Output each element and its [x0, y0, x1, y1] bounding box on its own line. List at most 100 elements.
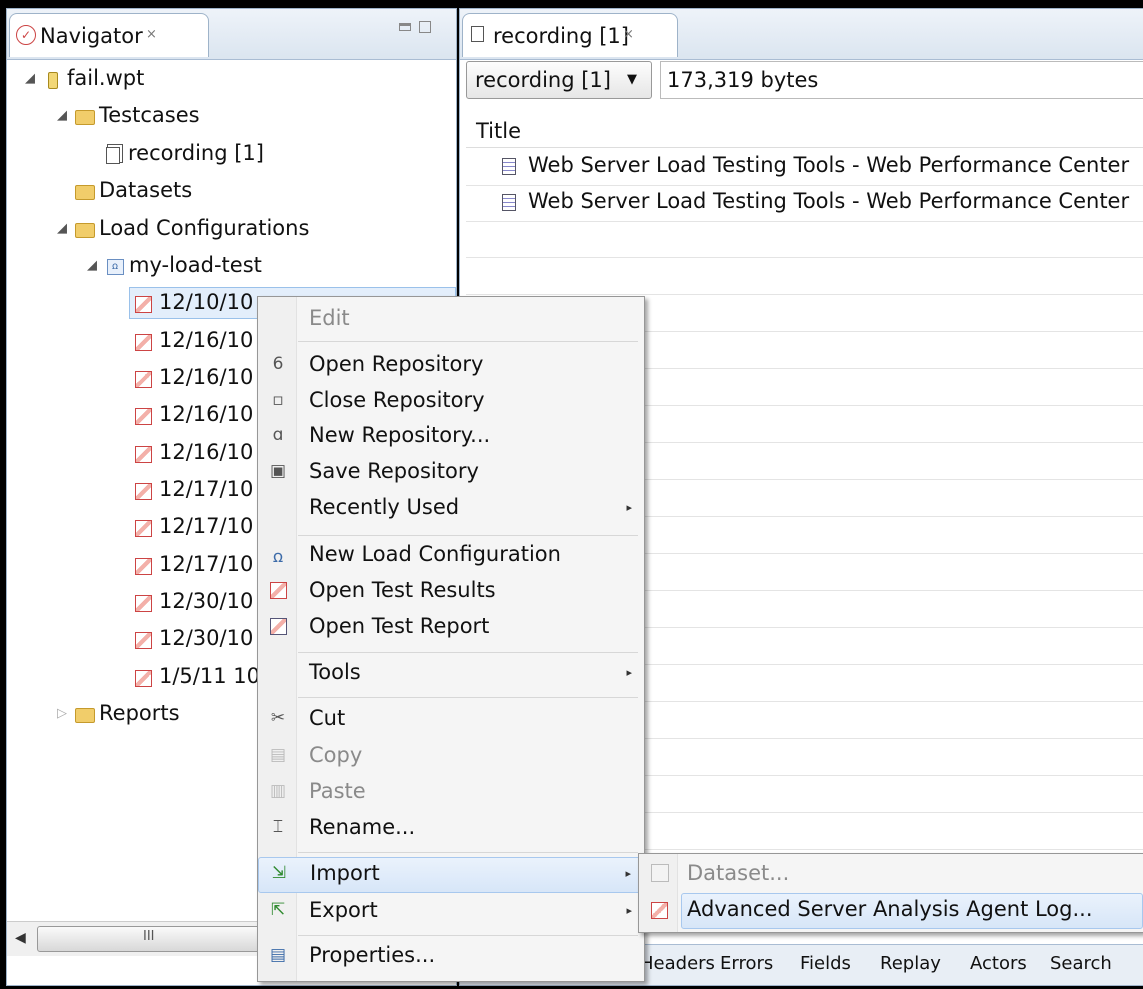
tree-item-datasets[interactable]: Datasets [7, 175, 456, 211]
rename-icon: ⌶ [272, 817, 284, 837]
menu-item-save-repository[interactable]: ▣ Save Repository [258, 456, 644, 492]
tab-recording[interactable]: recording [1] × [462, 13, 678, 57]
tree-item-label: 12/30/10 [159, 589, 254, 613]
result-icon [133, 553, 153, 577]
menu-item-label: Import [310, 861, 380, 885]
submenu-item-label: Advanced Server Analysis Agent Log... [687, 897, 1093, 921]
tree-item-fail-wpt[interactable]: ◢ fail.wpt [7, 63, 456, 99]
scroll-left-icon[interactable]: ◀ [15, 930, 26, 946]
expanded-arrow-icon[interactable]: ◢ [57, 221, 67, 236]
minimize-icon[interactable] [399, 23, 411, 31]
expanded-arrow-icon[interactable]: ◢ [25, 71, 35, 86]
close-icon[interactable]: × [146, 27, 157, 42]
menu-item-import[interactable]: ⇲ Import ▸ [258, 857, 644, 893]
menu-item-recently-used[interactable]: Recently Used ▸ [258, 492, 644, 528]
menu-item-label: Open Test Report [309, 614, 490, 638]
tab-fields[interactable]: Fields [800, 953, 851, 974]
tab-headers[interactable]: Headers [640, 953, 715, 974]
tab-search[interactable]: Search [1050, 953, 1112, 974]
menu-item-close-repository[interactable]: ▫ Close Repository [258, 385, 644, 421]
menu-item-open-test-results[interactable]: Open Test Results [258, 575, 644, 611]
table-row [466, 259, 1143, 295]
tree-item-label: Datasets [99, 178, 193, 202]
result-icon [133, 291, 153, 315]
menu-item-open-repository[interactable]: 6 Open Repository [258, 349, 644, 385]
tree-item-load-configurations[interactable]: ◢ Load Configurations [7, 213, 456, 249]
table-row [466, 222, 1143, 258]
tree-item-label: recording [1] [128, 141, 264, 165]
expanded-arrow-icon[interactable]: ◢ [57, 108, 67, 123]
menu-item-label: Save Repository [309, 459, 479, 483]
tree-item-label: 12/30/10 [159, 626, 254, 650]
new-repository-icon: ɑ [272, 425, 284, 445]
import-icon: ⇲ [271, 863, 287, 883]
chevron-down-icon: ▼ [627, 72, 637, 87]
menu-item-copy[interactable]: ▤ Copy [258, 740, 644, 776]
tree-item-recording[interactable]: recording [1] [7, 138, 456, 174]
tree-item-testcases[interactable]: ◢ Testcases [7, 100, 456, 136]
title-column-header[interactable]: Title [466, 117, 1143, 148]
import-submenu: Dataset... Advanced Server Analysis Agen… [638, 853, 1143, 933]
menu-item-new-load-configuration[interactable]: ꭥ New Load Configuration [258, 539, 644, 575]
tree-item-label: 12/17/10 [159, 477, 254, 501]
tree-item-label: 12/16/10 [159, 365, 254, 389]
menu-item-properties[interactable]: ▤ Properties... [258, 940, 644, 976]
scrollbar-thumb[interactable]: III [37, 926, 269, 952]
close-repository-icon: ▫ [272, 390, 284, 410]
result-icon [133, 515, 153, 539]
navigator-icon: ✓ [16, 25, 36, 45]
tab-actors[interactable]: Actors [970, 953, 1027, 974]
close-icon[interactable]: × [623, 27, 634, 42]
expanded-arrow-icon[interactable]: ◢ [87, 258, 97, 273]
menu-item-label: Open Test Results [309, 578, 496, 602]
table-row[interactable]: Web Server Load Testing Tools - Web Perf… [466, 186, 1143, 222]
submenu-item-advanced-server-analysis-agent-log[interactable]: Advanced Server Analysis Agent Log... [639, 894, 1142, 930]
collapsed-arrow-icon[interactable]: ▷ [57, 706, 67, 721]
bytes-field: 173,319 bytes [660, 61, 1143, 99]
menu-item-open-test-report[interactable]: Open Test Report [258, 611, 644, 647]
result-icon [133, 366, 153, 390]
menu-item-label: New Repository... [309, 423, 491, 447]
menu-item-cut[interactable]: ✂ Cut [258, 703, 644, 739]
testcase-icon [103, 142, 123, 166]
dataset-icon [651, 864, 669, 882]
row-title: Web Server Load Testing Tools - Web Perf… [528, 189, 1130, 213]
editor-tab-bar: recording [1] × [460, 9, 1143, 60]
submenu-item-label: Dataset... [687, 861, 790, 885]
menu-item-paste[interactable]: ▥ Paste [258, 776, 644, 812]
menu-item-export[interactable]: ⇱ Export ▸ [258, 895, 644, 931]
menu-item-edit[interactable]: Edit [258, 303, 644, 339]
result-icon [651, 900, 668, 924]
menu-item-new-repository[interactable]: ɑ New Repository... [258, 420, 644, 456]
tree-item-my-load-test[interactable]: ◢ ꭥ my-load-test [7, 250, 456, 286]
menu-item-rename[interactable]: ⌶ Rename... [258, 812, 644, 848]
testcase-icon [471, 26, 484, 42]
tab-errors[interactable]: Errors [720, 953, 773, 974]
tree-item-label: my-load-test [129, 253, 262, 277]
menu-item-label: Export [309, 898, 378, 922]
result-icon [133, 590, 153, 614]
recording-select[interactable]: recording [1] ▼ [466, 61, 652, 99]
menu-item-label: New Load Configuration [309, 542, 561, 566]
tab-navigator[interactable]: ✓ Navigator × [9, 13, 209, 57]
open-folder-icon [75, 217, 95, 241]
table-row[interactable]: Web Server Load Testing Tools - Web Perf… [466, 150, 1143, 186]
row-title: Web Server Load Testing Tools - Web Perf… [528, 153, 1130, 177]
tree-item-label: 12/16/10 [159, 328, 254, 352]
maximize-icon[interactable] [419, 21, 431, 33]
menu-item-tools[interactable]: Tools ▸ [258, 657, 644, 693]
copy-icon: ▤ [269, 745, 287, 765]
menu-separator [298, 852, 638, 853]
properties-icon: ▤ [269, 945, 287, 965]
navigator-tab-label: Navigator [40, 24, 143, 48]
page-icon [502, 194, 516, 211]
tree-item-label: 12/17/10 [159, 514, 254, 538]
result-icon [133, 665, 153, 689]
submenu-arrow-icon: ▸ [626, 904, 632, 917]
load-config-icon: ꭥ [272, 547, 284, 567]
tab-replay[interactable]: Replay [880, 953, 941, 974]
open-repository-icon: 6 [272, 354, 284, 374]
menu-separator [298, 935, 638, 936]
submenu-item-dataset[interactable]: Dataset... [639, 858, 1142, 894]
database-icon [43, 67, 63, 91]
